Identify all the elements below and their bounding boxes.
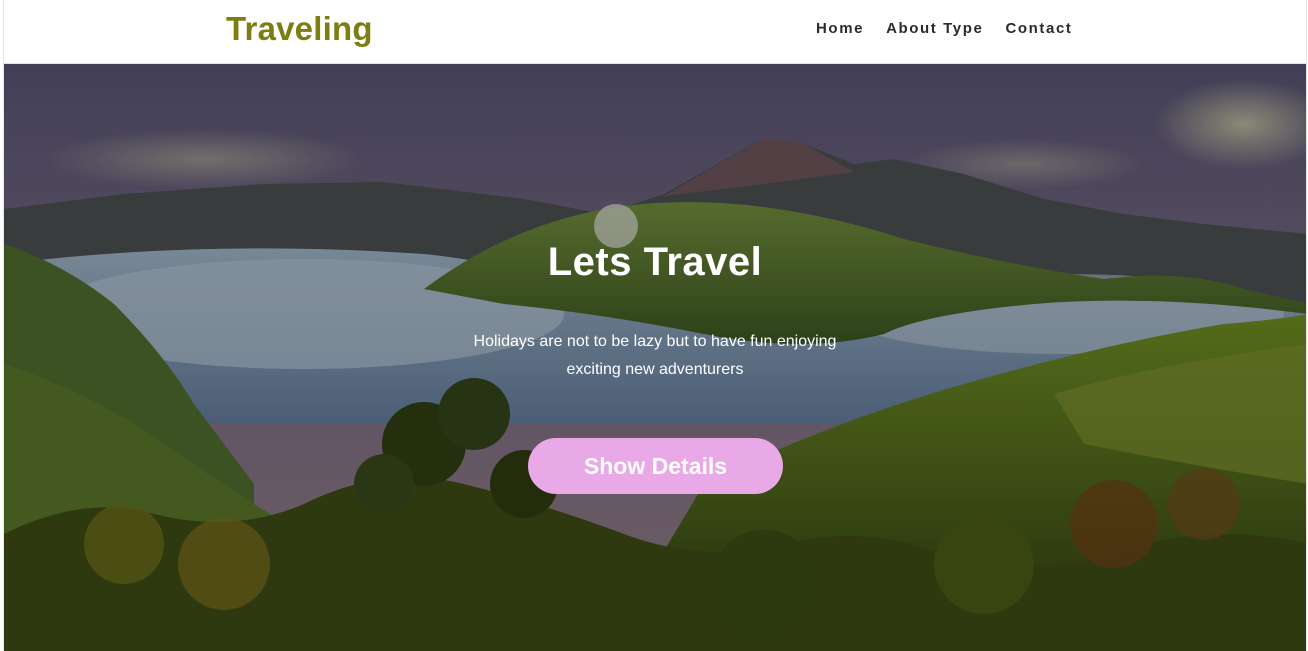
brand-logo[interactable]: Traveling bbox=[226, 10, 373, 48]
hero-title: Lets Travel bbox=[547, 240, 763, 284]
page: Traveling Home About Type Contact Lets T… bbox=[3, 0, 1307, 651]
nav-link-home[interactable]: Home bbox=[816, 20, 864, 37]
show-details-button[interactable]: Show Details bbox=[528, 438, 783, 494]
hero-description: Holidays are not to be lazy but to have … bbox=[473, 333, 837, 378]
hero-content: Lets Travel Holidays are not to be lazy … bbox=[4, 64, 1306, 651]
nav-link-contact[interactable]: Contact bbox=[1005, 20, 1072, 37]
nav-menu: Home About Type Contact bbox=[816, 20, 1073, 37]
nav-link-about-type[interactable]: About Type bbox=[886, 20, 983, 37]
hero-section: Lets Travel Holidays are not to be lazy … bbox=[4, 64, 1306, 651]
navbar: Traveling Home About Type Contact bbox=[4, 0, 1306, 64]
